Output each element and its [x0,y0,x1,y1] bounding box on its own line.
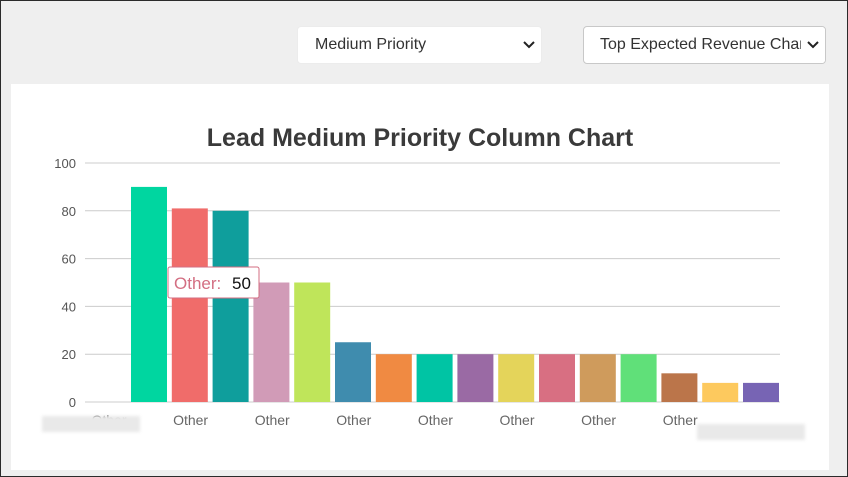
bar[interactable] [539,354,575,402]
bar[interactable] [335,342,371,402]
tooltip-value: 50 [232,274,251,293]
tooltip-label: Other: [174,274,221,293]
bar[interactable] [294,282,331,403]
y-tick-label: 40 [62,299,76,314]
x-tick-label: Other [255,412,290,428]
x-tick-label: Other [663,412,698,428]
x-tick-label: Other [499,412,534,428]
bar[interactable] [702,382,739,402]
column-chart: Lead Medium Priority Column Chart 0 20 40 6… [54,124,780,428]
bar[interactable] [457,354,494,402]
bar[interactable] [171,208,208,402]
chart-tooltip: Other: 50 [167,266,260,299]
x-tick-label: Other [336,412,371,428]
bar[interactable] [498,354,535,402]
x-tick-label: Other [173,412,208,428]
blurred-label-right [697,424,805,440]
bar[interactable] [212,210,249,402]
y-tick-label: 80 [62,204,76,219]
y-axis: 0 20 40 60 80 100 [54,156,76,410]
y-tick-label: 100 [54,156,76,171]
chart-title: Lead Medium Priority Column Chart [207,124,634,152]
bar[interactable] [131,186,167,402]
bar[interactable] [743,382,779,402]
bar[interactable] [620,354,657,402]
bar[interactable] [661,373,698,402]
y-tick-label: 60 [62,252,76,267]
bar[interactable] [416,354,453,402]
bar[interactable] [375,354,412,402]
x-tick-label: Other [581,412,616,428]
blurred-label-left [42,416,140,432]
y-tick-label: 20 [62,347,76,362]
bar[interactable] [579,354,616,402]
x-tick-label: Other [418,412,453,428]
bar[interactable] [253,282,290,403]
x-axis: OtherOtherOtherOtherOtherOtherOtherOther [91,412,698,428]
y-tick-label: 0 [69,395,76,410]
